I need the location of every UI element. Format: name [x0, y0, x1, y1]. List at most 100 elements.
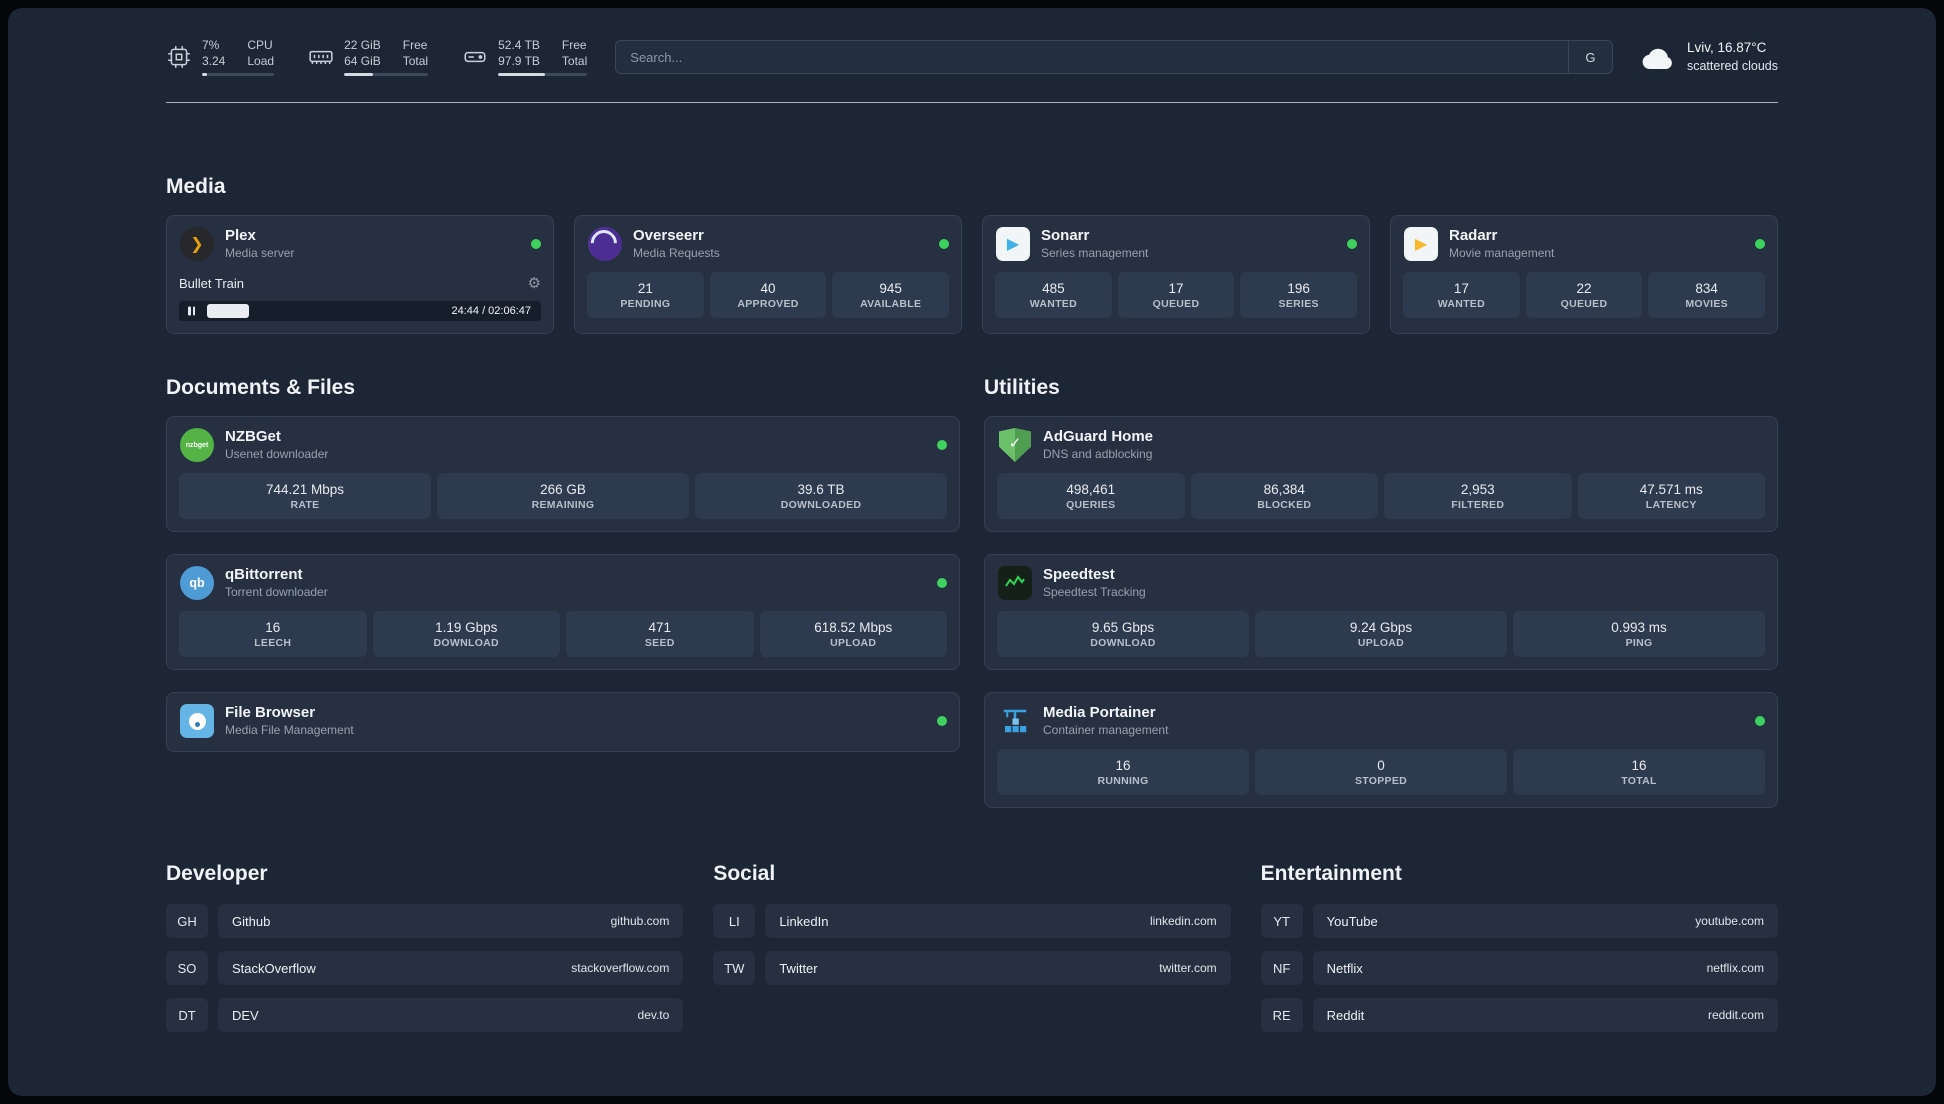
disk-total: 97.9 TB: [498, 53, 540, 68]
bookmark-github[interactable]: GH Github github.com: [166, 904, 684, 938]
radarr-card[interactable]: ▶ Radarr Movie management 17 WANTED 22 Q…: [1390, 215, 1778, 334]
system-monitors: 7% 3.24 CPU Load 22 GiB 64 GiB Free Tota…: [166, 37, 588, 77]
portainer-icon: [997, 703, 1033, 739]
portainer-card[interactable]: Media Portainer Container management 16 …: [984, 692, 1778, 808]
status-dot: [937, 578, 947, 588]
cpu-progress-track: [202, 73, 275, 77]
utilities-column: Utilities ✓ AdGuard Home DNS and adblock…: [984, 376, 1778, 808]
disk-free: 52.4 TB: [498, 37, 540, 52]
bookmark-link[interactable]: Netflix netflix.com: [1312, 951, 1778, 985]
status-dot: [1755, 239, 1765, 249]
stat-tile: 22 QUEUED: [1525, 272, 1643, 318]
stat-tile: 9.24 Gbps UPLOAD: [1255, 611, 1507, 657]
stat-tile: 266 GB REMAINING: [437, 473, 689, 519]
ram-total-label: Total: [402, 53, 429, 68]
bookmark-abbr[interactable]: RE: [1260, 998, 1303, 1032]
search-input[interactable]: [616, 41, 1568, 73]
status-dot: [1755, 716, 1765, 726]
adguard-card[interactable]: ✓ AdGuard Home DNS and adblocking 498,46…: [984, 416, 1778, 532]
ram-free-label: Free: [402, 37, 428, 52]
bookmark-dev[interactable]: DT DEV dev.to: [166, 998, 684, 1032]
app-name: AdGuard Home: [1043, 428, 1154, 446]
stat-tile: 39.6 TB DOWNLOADED: [695, 473, 947, 519]
app-name: Speedtest: [1043, 566, 1115, 584]
filebrowser-card[interactable]: File Browser Media File Management: [166, 692, 960, 752]
app-name: Overseerr: [633, 227, 704, 245]
bookmark-abbr[interactable]: NF: [1260, 951, 1303, 985]
app-name: Sonarr: [1041, 227, 1090, 245]
sonarr-card[interactable]: ▶ Sonarr Series management 485 WANTED 17…: [982, 215, 1370, 334]
gear-icon[interactable]: ⚙: [528, 274, 541, 292]
bookmark-link[interactable]: DEV dev.to: [218, 998, 684, 1032]
app-subtitle: DNS and adblocking: [1043, 446, 1153, 461]
plex-icon: ❯: [179, 226, 215, 262]
bookmark-reddit[interactable]: RE Reddit reddit.com: [1260, 998, 1778, 1032]
social-title: Social: [713, 862, 776, 885]
stat-tile: 196 SERIES: [1240, 272, 1358, 318]
media-grid: ❯ Plex Media server Bullet Train ⚙ 24:44…: [166, 215, 1778, 334]
bookmark-link[interactable]: Reddit reddit.com: [1312, 998, 1778, 1032]
bookmark-youtube[interactable]: YT YouTube youtube.com: [1260, 904, 1778, 938]
app-name: Plex: [225, 227, 256, 245]
pause-icon[interactable]: [188, 306, 195, 316]
disk-monitor: 52.4 TB 97.9 TB Free Total: [462, 37, 588, 77]
bookmark-abbr[interactable]: TW: [713, 951, 756, 985]
bookmark-twitter[interactable]: TW Twitter twitter.com: [713, 951, 1231, 985]
search-bar: G: [615, 40, 1613, 74]
bookmark-abbr[interactable]: LI: [713, 904, 756, 938]
top-bar: 7% 3.24 CPU Load 22 GiB 64 GiB Free Tota…: [166, 8, 1778, 80]
cloud-icon: [1642, 48, 1672, 70]
ram-progress-fill: [344, 73, 373, 77]
nzbget-card[interactable]: nzbget NZBGet Usenet downloader 744.21 M…: [166, 416, 960, 532]
sonarr-icon: ▶: [995, 226, 1031, 262]
nzbget-icon: nzbget: [179, 427, 215, 463]
stat-tile: 17 WANTED: [1403, 272, 1520, 318]
app-name: Radarr: [1449, 227, 1498, 245]
bookmark-abbr[interactable]: SO: [166, 951, 208, 985]
stat-tile: 16 LEECH: [179, 611, 367, 657]
bookmark-linkedin[interactable]: LI LinkedIn linkedin.com: [713, 904, 1231, 938]
status-dot: [939, 239, 949, 249]
disk-total-label: Total: [561, 53, 588, 68]
cpu-progress-fill: [202, 73, 208, 77]
ram-free: 22 GiB: [344, 37, 381, 52]
bookmark-link[interactable]: Twitter twitter.com: [765, 951, 1231, 985]
bookmark-stackoverflow[interactable]: SO StackOverflow stackoverflow.com: [166, 951, 684, 985]
radarr-icon: ▶: [1403, 226, 1439, 262]
search-engine-button[interactable]: G: [1567, 41, 1612, 73]
dashboard: 7% 3.24 CPU Load 22 GiB 64 GiB Free Tota…: [8, 8, 1936, 1096]
status-dot: [937, 716, 947, 726]
ram-progress-track: [344, 73, 429, 77]
playback-time: 24:44 / 02:06:47: [451, 305, 531, 317]
app-subtitle: Media server: [225, 245, 295, 260]
ram-icon: [309, 50, 333, 65]
disk-progress-fill: [498, 73, 546, 77]
topbar-divider: [166, 102, 1778, 103]
stat-tile: 618.52 Mbps UPLOAD: [759, 611, 947, 657]
app-name: Media Portainer: [1043, 704, 1156, 722]
bookmark-netflix[interactable]: NF Netflix netflix.com: [1260, 951, 1778, 985]
app-subtitle: Series management: [1041, 245, 1149, 260]
qbittorrent-icon: qb: [179, 565, 215, 601]
playback-progress-track[interactable]: [207, 304, 421, 318]
app-subtitle: Torrent downloader: [225, 584, 328, 599]
speedtest-card[interactable]: Speedtest Speedtest Tracking 9.65 Gbps D…: [984, 554, 1778, 670]
bookmark-link[interactable]: LinkedIn linkedin.com: [765, 904, 1231, 938]
media-section-title: Media: [166, 175, 226, 198]
app-subtitle: Media File Management: [225, 722, 354, 737]
bookmark-link[interactable]: Github github.com: [218, 904, 684, 938]
stat-tile: 1.19 Gbps DOWNLOAD: [372, 611, 560, 657]
bookmark-link[interactable]: YouTube youtube.com: [1312, 904, 1778, 938]
cpu-percent: 7%: [202, 37, 220, 52]
documents-column: Documents & Files nzbget NZBGet Usenet d…: [166, 376, 960, 752]
bookmark-abbr[interactable]: GH: [166, 904, 208, 938]
qbittorrent-card[interactable]: qb qBittorrent Torrent downloader 16 LEE…: [166, 554, 960, 670]
plex-player-bar[interactable]: 24:44 / 02:06:47: [179, 301, 541, 321]
bookmark-abbr[interactable]: YT: [1260, 904, 1303, 938]
stat-tile: 485 WANTED: [995, 272, 1112, 318]
status-dot: [1347, 239, 1357, 249]
plex-card[interactable]: ❯ Plex Media server Bullet Train ⚙ 24:44…: [166, 215, 554, 334]
bookmark-link[interactable]: StackOverflow stackoverflow.com: [218, 951, 684, 985]
overseerr-card[interactable]: Overseerr Media Requests 21 PENDING 40 A…: [574, 215, 962, 334]
bookmark-abbr[interactable]: DT: [166, 998, 208, 1032]
